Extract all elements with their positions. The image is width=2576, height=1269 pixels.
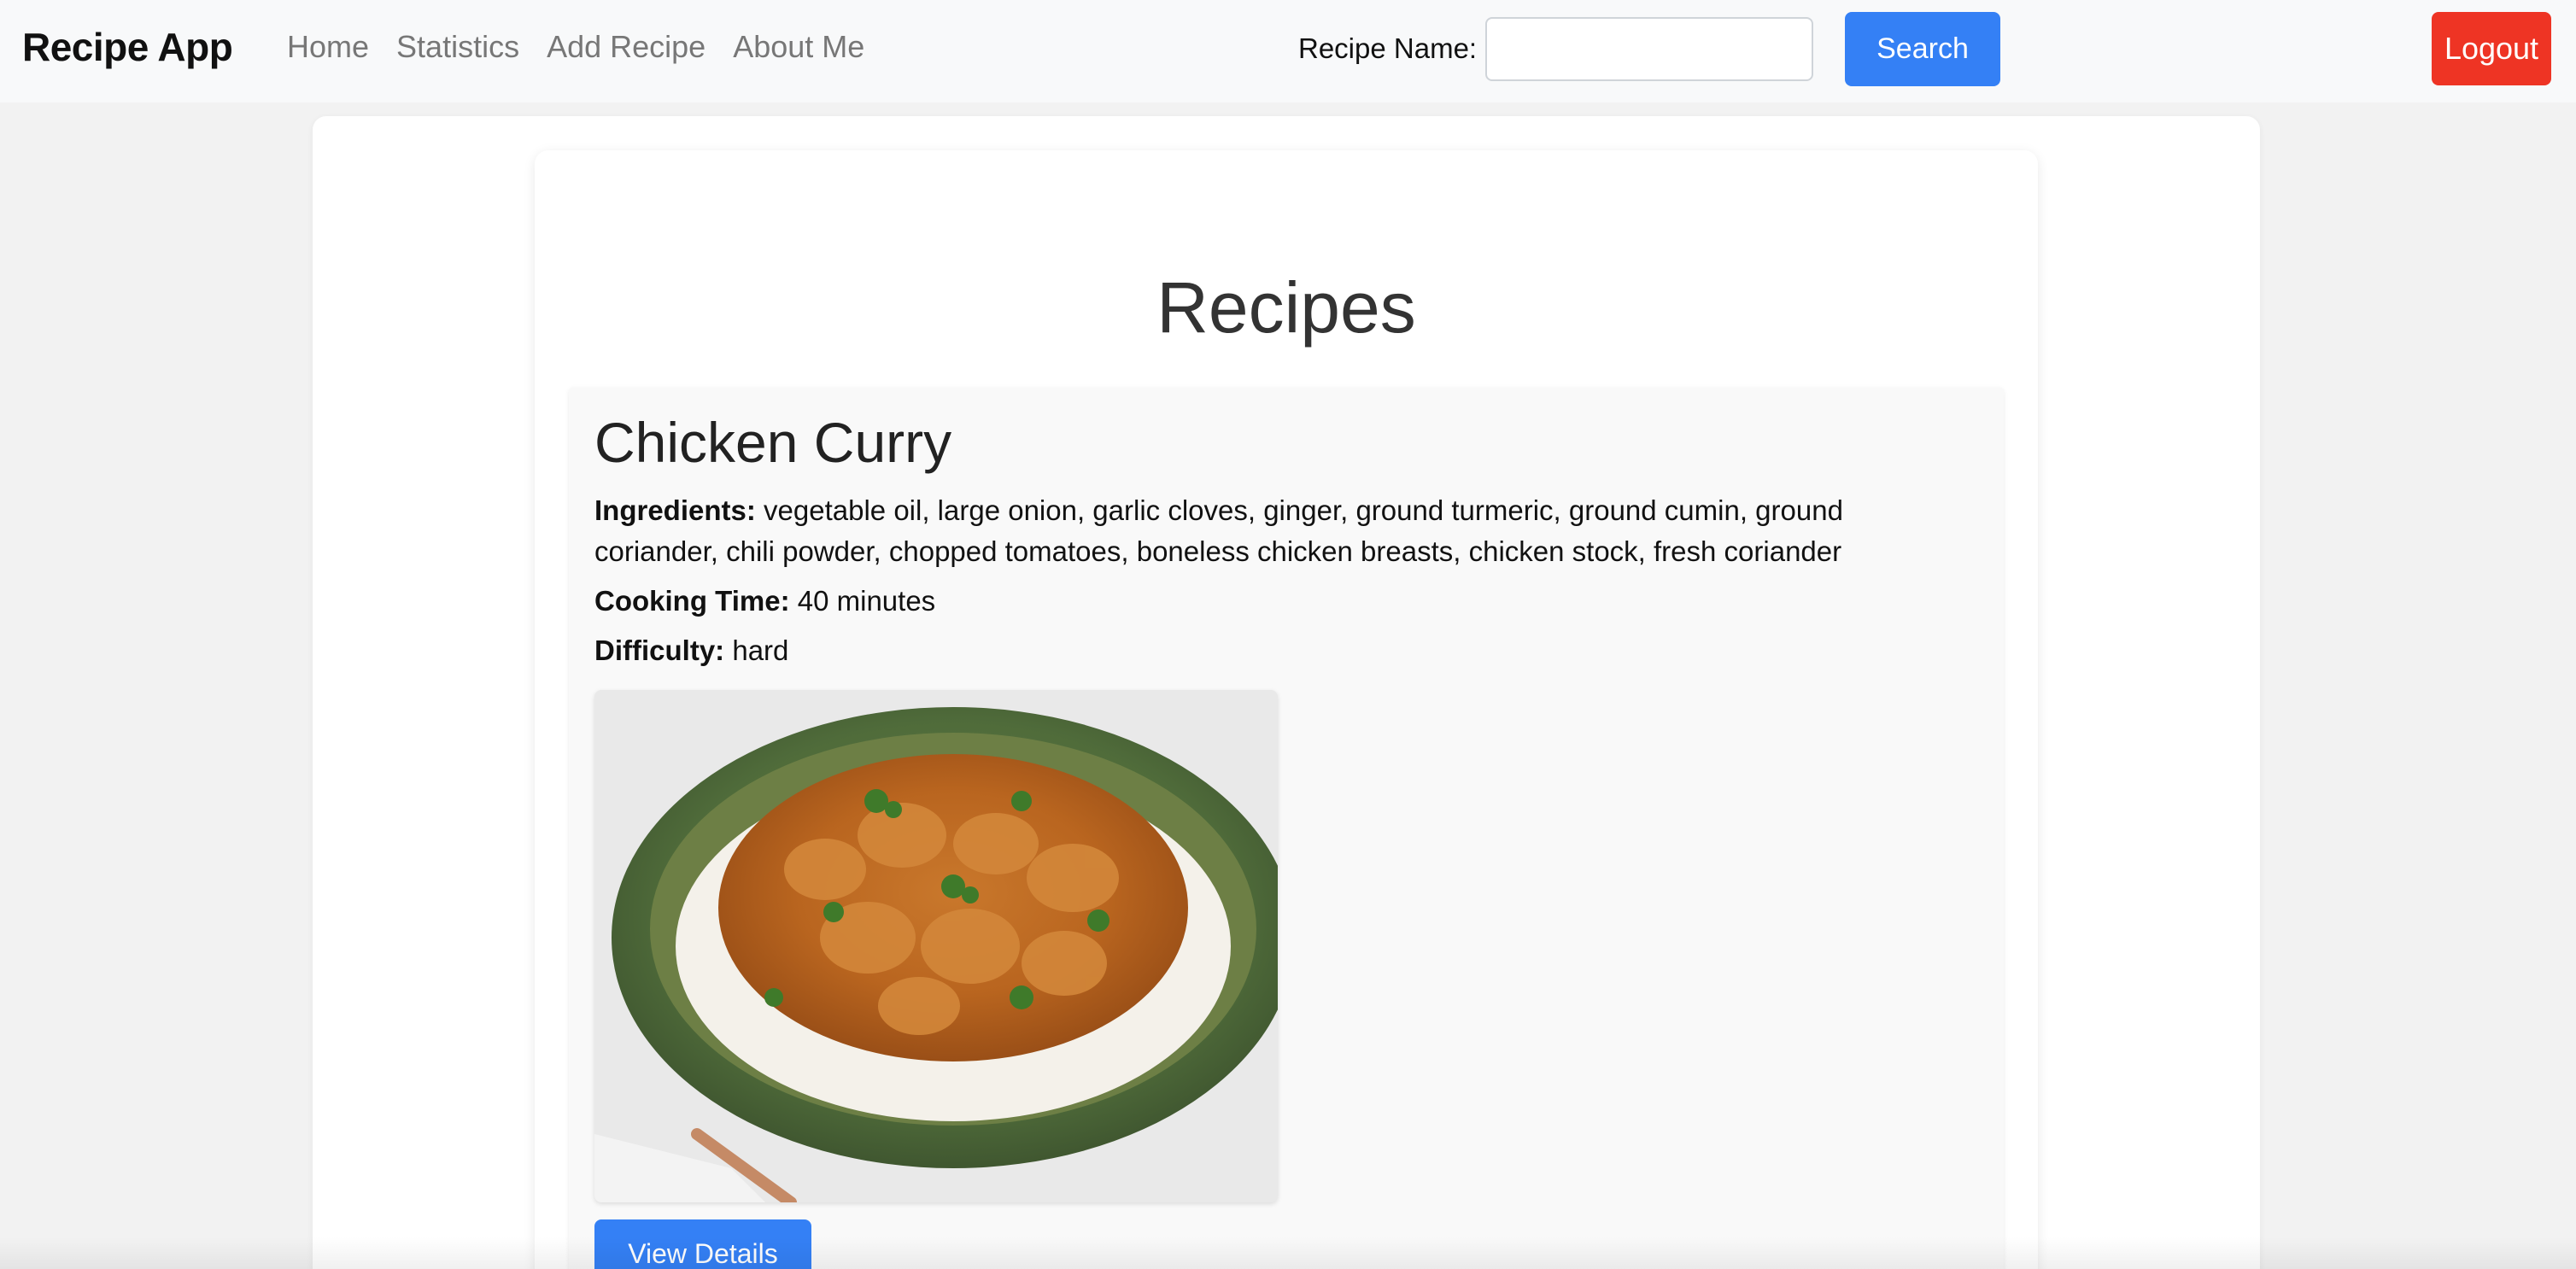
brand-logo[interactable]: Recipe App	[22, 24, 233, 70]
nav-link-statistics[interactable]: Statistics	[396, 29, 519, 65]
search-input[interactable]	[1485, 17, 1813, 81]
view-details-button[interactable]: View Details	[594, 1219, 811, 1269]
nav-link-add-recipe[interactable]: Add Recipe	[547, 29, 705, 65]
nav-link-about-me[interactable]: About Me	[733, 29, 864, 65]
chicken-curry-photo	[594, 690, 1278, 1202]
search-button[interactable]: Search	[1845, 12, 2000, 86]
nav-links: Home Statistics Add Recipe About Me	[287, 29, 864, 65]
recipe-cooking-time: Cooking Time: 40 minutes	[594, 581, 935, 622]
nav-link-home[interactable]: Home	[287, 29, 369, 65]
recipe-difficulty: Difficulty: hard	[594, 630, 788, 671]
cooking-time-value: 40 minutes	[797, 585, 936, 617]
page-title: Recipes	[1156, 267, 1416, 348]
difficulty-value: hard	[732, 634, 789, 666]
recipe-ingredients: Ingredients: vegetable oil, large onion,…	[594, 490, 1961, 572]
recipe-name: Chicken Curry	[594, 411, 952, 474]
search-label: Recipe Name:	[1298, 32, 1478, 64]
ingredients-label: Ingredients:	[594, 494, 756, 526]
navbar: Recipe App Home Statistics Add Recipe Ab…	[0, 0, 2576, 102]
ingredients-value: vegetable oil, large onion, garlic clove…	[594, 494, 1843, 567]
difficulty-label: Difficulty:	[594, 634, 725, 666]
recipe-image	[594, 690, 1278, 1202]
logout-button[interactable]: Logout	[2432, 12, 2551, 85]
cooking-time-label: Cooking Time:	[594, 585, 790, 617]
